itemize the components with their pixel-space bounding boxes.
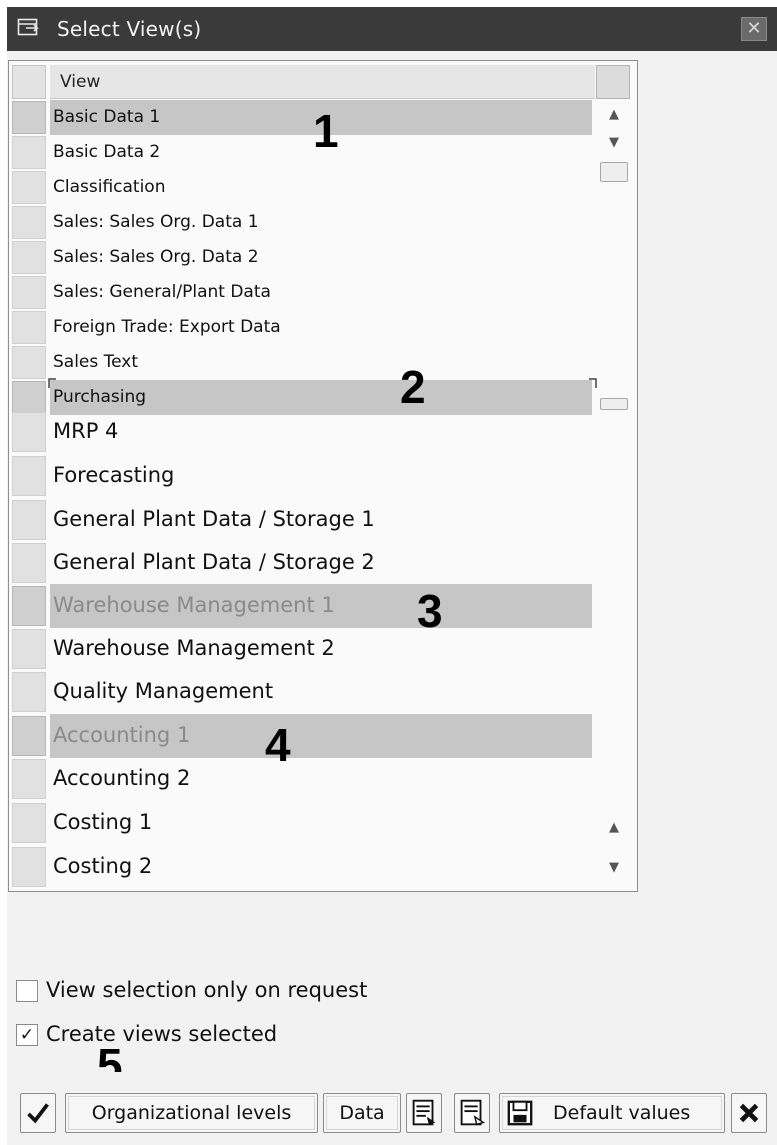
deselect-all-icon — [460, 1099, 486, 1126]
row-selector[interactable] — [12, 171, 46, 204]
row-selector[interactable] — [12, 346, 46, 379]
row-selector[interactable] — [12, 586, 46, 626]
row-selector[interactable] — [12, 101, 46, 134]
table-row[interactable]: Classification — [12, 170, 592, 205]
row-selector[interactable] — [12, 456, 46, 496]
vertical-scrollbar-bottom[interactable]: ▲ ▼ — [597, 410, 629, 890]
scroll-up-icon[interactable]: ▲ — [599, 815, 629, 841]
row-cell[interactable]: Quality Management — [50, 670, 592, 714]
step-number-4: 4 — [265, 719, 291, 771]
table-row[interactable]: Basic Data 1 — [12, 100, 592, 135]
row-selector[interactable] — [12, 629, 46, 669]
view-select-icon — [17, 18, 39, 36]
table-row[interactable]: Sales: Sales Org. Data 1 — [12, 205, 592, 240]
row-selector[interactable] — [12, 206, 46, 239]
scrollbar-track-end — [600, 398, 628, 410]
row-cell[interactable]: Sales Text — [50, 345, 592, 380]
table-row[interactable]: Costing 2 — [12, 845, 592, 889]
close-icon[interactable]: ✕ — [741, 17, 767, 41]
deselect-all-button[interactable] — [454, 1093, 490, 1133]
row-selector[interactable] — [12, 759, 46, 799]
cancel-button[interactable] — [731, 1093, 767, 1133]
create-views-selected-checkbox[interactable]: ✓ — [16, 1024, 38, 1046]
step-number-1: 1 — [313, 105, 339, 157]
save-icon — [507, 1100, 533, 1126]
column-header-label: View — [60, 72, 101, 92]
row-cell[interactable]: Costing 2 — [50, 845, 592, 889]
row-cell[interactable]: Foreign Trade: Export Data — [50, 310, 592, 345]
scroll-down-icon[interactable]: ▼ — [599, 855, 629, 881]
checkmark-icon: ✓ — [19, 1025, 35, 1045]
row-cell[interactable]: Warehouse Management 2 — [50, 627, 592, 671]
default-values-button[interactable]: Default values — [499, 1093, 725, 1133]
row-selector[interactable] — [12, 803, 46, 843]
table-row[interactable]: MRP 4 — [12, 410, 592, 454]
table-row[interactable]: General Plant Data / Storage 1 — [12, 498, 592, 542]
select-all-icon — [412, 1099, 436, 1126]
row-cell[interactable]: Classification — [50, 170, 592, 205]
view-selection-only-checkbox[interactable] — [16, 980, 38, 1002]
table-row[interactable]: Foreign Trade: Export Data — [12, 310, 592, 345]
row-cell[interactable]: Accounting 1 — [50, 714, 592, 758]
column-settings-button[interactable] — [596, 65, 630, 99]
table-row[interactable]: Warehouse Management 1 — [12, 584, 592, 628]
title-bar: Select View(s) ✕ — [7, 7, 777, 51]
row-selector[interactable] — [12, 543, 46, 583]
table-row[interactable]: Quality Management — [12, 670, 592, 714]
step-number-2: 2 — [400, 361, 426, 413]
scroll-down-icon[interactable]: ▼ — [599, 130, 629, 156]
checkmark-icon — [27, 1103, 49, 1124]
row-cell[interactable]: Accounting 2 — [50, 757, 592, 801]
table-row[interactable]: Sales Text — [12, 345, 592, 380]
view-selection-only-label: View selection only on request — [46, 978, 368, 1002]
row-cell[interactable]: Sales: General/Plant Data — [50, 275, 592, 310]
row-cell[interactable]: MRP 4 — [50, 410, 592, 454]
scrollbar-thumb[interactable] — [600, 162, 628, 182]
select-all-button[interactable] — [406, 1093, 442, 1133]
row-cell[interactable]: Sales: Sales Org. Data 2 — [50, 240, 592, 275]
row-cell[interactable]: Warehouse Management 1 — [50, 584, 592, 628]
table-row[interactable]: Accounting 2 — [12, 757, 592, 801]
row-cell[interactable]: General Plant Data / Storage 1 — [50, 498, 592, 542]
row-selector[interactable] — [12, 136, 46, 169]
window-title: Select View(s) — [57, 17, 202, 41]
row-selector[interactable] — [12, 276, 46, 309]
table-row[interactable]: General Plant Data / Storage 2 — [12, 541, 592, 585]
row-cell[interactable]: Forecasting — [50, 454, 592, 498]
table-row[interactable]: Warehouse Management 2 — [12, 627, 592, 671]
table-row[interactable]: Costing 1 — [12, 801, 592, 845]
continue-button[interactable] — [20, 1093, 56, 1133]
row-selector[interactable] — [12, 847, 46, 887]
cancel-icon — [739, 1103, 759, 1123]
create-views-selected-label: Create views selected — [46, 1022, 278, 1046]
organizational-levels-button[interactable]: Organizational levels — [65, 1093, 318, 1133]
row-cell[interactable]: Sales: Sales Org. Data 1 — [50, 205, 592, 240]
scroll-up-icon[interactable]: ▲ — [599, 102, 629, 128]
table-row[interactable]: Sales: General/Plant Data — [12, 275, 592, 310]
row-cell[interactable]: General Plant Data / Storage 2 — [50, 541, 592, 585]
row-selector[interactable] — [12, 500, 46, 540]
row-cell[interactable]: Costing 1 — [50, 801, 592, 845]
row-selector[interactable] — [12, 716, 46, 756]
column-header-view[interactable]: View — [50, 65, 595, 99]
table-row[interactable]: Basic Data 2 — [12, 135, 592, 170]
row-selector[interactable] — [12, 311, 46, 344]
select-all-column-button[interactable] — [12, 65, 46, 99]
table-row[interactable]: Forecasting — [12, 454, 592, 498]
table-row[interactable]: Sales: Sales Org. Data 2 — [12, 240, 592, 275]
row-selector[interactable] — [12, 412, 46, 452]
row-selector[interactable] — [12, 672, 46, 712]
data-button[interactable]: Data — [323, 1093, 401, 1133]
table-row[interactable]: Accounting 1 — [12, 714, 592, 758]
row-selector[interactable] — [12, 241, 46, 274]
step-number-3: 3 — [417, 585, 443, 637]
vertical-scrollbar-top[interactable]: ▲ ▼ — [597, 100, 629, 410]
